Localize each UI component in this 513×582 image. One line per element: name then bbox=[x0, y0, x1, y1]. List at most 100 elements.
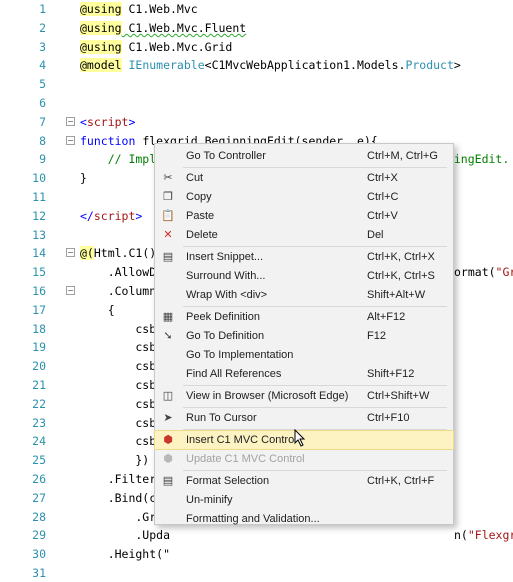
copy-icon: ❐ bbox=[163, 191, 173, 203]
menu-separator bbox=[183, 167, 447, 168]
code-line[interactable]: 29 .Upda bbox=[0, 526, 513, 544]
code-token: "Grou bbox=[495, 265, 513, 280]
code-text: .Height(" bbox=[80, 545, 170, 563]
menu-item-wrap-with-div[interactable]: Wrap With <div> Shift+Alt+W bbox=[155, 286, 453, 304]
menu-item-label: Find All References bbox=[186, 368, 282, 380]
menu-item-shortcut: Ctrl+V bbox=[367, 210, 398, 222]
code-token: Product bbox=[405, 58, 454, 73]
menu-item-format-selection[interactable]: ▤ Format Selection Ctrl+K, Ctrl+F bbox=[155, 472, 453, 490]
code-token: script bbox=[93, 208, 136, 223]
collapse-toggle-icon[interactable]: − bbox=[66, 116, 75, 126]
code-token: .Height(" bbox=[80, 547, 171, 562]
line-number: 14 bbox=[32, 246, 46, 261]
code-token: > bbox=[453, 58, 461, 73]
code-token: < bbox=[80, 114, 87, 129]
line-number: 27 bbox=[32, 490, 46, 505]
line-number: 3 bbox=[39, 39, 46, 54]
code-text: <script> bbox=[80, 113, 135, 131]
code-line[interactable]: 30 .Height(" bbox=[0, 545, 513, 563]
menu-item-label: Format Selection bbox=[186, 475, 270, 487]
menu-item-shortcut: Ctrl+C bbox=[367, 191, 399, 203]
menu-item-label: View in Browser (Microsoft Edge) bbox=[186, 390, 349, 402]
code-token: C1.Web.Mvc.Grid bbox=[121, 39, 233, 54]
paste-icon: 📋 bbox=[161, 210, 175, 222]
insert-snippet-icon: ▤ bbox=[162, 251, 174, 263]
code-line[interactable]: 2 @using C1.Web.Mvc.Fluent bbox=[0, 19, 513, 37]
mouse-cursor-icon bbox=[294, 429, 306, 447]
menu-item-shortcut: Shift+Alt+W bbox=[367, 289, 426, 301]
collapse-toggle-icon[interactable]: − bbox=[66, 248, 75, 258]
code-text: @using C1.Web.Mvc.Fluent bbox=[80, 19, 246, 37]
menu-item-label: Update C1 MVC Control bbox=[186, 453, 305, 465]
code-token: > bbox=[128, 114, 136, 129]
line-number: 29 bbox=[32, 528, 46, 543]
menu-item-insert-snippet[interactable]: ▤ Insert Snippet... Ctrl+K, Ctrl+X bbox=[155, 248, 453, 266]
code-token: { bbox=[80, 302, 115, 317]
line-number: 6 bbox=[39, 96, 46, 110]
line-number: 12 bbox=[32, 208, 46, 223]
menu-separator bbox=[183, 407, 447, 408]
menu-item-label: Paste bbox=[186, 210, 215, 222]
code-token: "Flexgri bbox=[467, 528, 513, 543]
menu-item-un-minify[interactable]: Un-minify bbox=[155, 491, 453, 509]
code-text: .Upda bbox=[80, 526, 170, 544]
line-number: 11 bbox=[32, 190, 46, 204]
menu-item-label: Wrap With <div> bbox=[186, 289, 268, 301]
code-text: } bbox=[80, 169, 87, 187]
code-token: script bbox=[86, 114, 129, 129]
delete-icon: ✕ bbox=[163, 229, 173, 241]
menu-item-label: Un-minify bbox=[186, 494, 233, 506]
line-number: 7 bbox=[39, 114, 46, 129]
line-number: 26 bbox=[32, 472, 46, 486]
menu-item-view-in-browser-microsoft-edge[interactable]: ◫ View in Browser (Microsoft Edge) Ctrl+Sh… bbox=[155, 387, 453, 405]
menu-item-label: Go To Controller bbox=[186, 150, 266, 162]
code-token: @using bbox=[80, 20, 122, 35]
menu-item-paste[interactable]: 📋 Paste Ctrl+V bbox=[155, 207, 453, 225]
menu-item-shortcut: Ctrl+M, Ctrl+G bbox=[367, 150, 438, 162]
code-line[interactable]: 5 bbox=[0, 75, 513, 93]
code-line[interactable]: 6 bbox=[0, 94, 513, 112]
format-selection-icon: ▤ bbox=[162, 475, 174, 487]
code-token: }) bbox=[80, 453, 150, 468]
code-line[interactable]: 1 @using C1.Web.Mvc bbox=[0, 0, 513, 18]
code-token: @using bbox=[80, 2, 122, 16]
menu-item-copy[interactable]: ❐ Copy Ctrl+C bbox=[155, 188, 453, 206]
menu-item-cut[interactable]: ✂ Cut Ctrl+X bbox=[155, 169, 453, 187]
code-line[interactable]: 3 @using C1.Web.Mvc.Grid bbox=[0, 38, 513, 56]
menu-item-formatting-and-validation[interactable]: Formatting and Validation... bbox=[155, 510, 453, 528]
menu-item-label: Insert Snippet... bbox=[186, 251, 264, 263]
menu-separator bbox=[183, 429, 447, 430]
menu-item-delete[interactable]: ✕ Delete Del bbox=[155, 226, 453, 244]
menu-item-go-to-implementation[interactable]: Go To Implementation bbox=[155, 346, 453, 364]
menu-item-surround-with[interactable]: Surround With... Ctrl+K, Ctrl+S bbox=[155, 267, 453, 285]
menu-item-find-all-references[interactable]: Find All References Shift+F12 bbox=[155, 365, 453, 383]
collapse-toggle-icon[interactable]: − bbox=[66, 135, 75, 145]
collapse-toggle-icon[interactable]: − bbox=[66, 286, 75, 295]
menu-separator bbox=[183, 385, 447, 386]
go-to-definition-icon: ➘ bbox=[163, 330, 173, 342]
line-number: 19 bbox=[32, 340, 46, 355]
menu-item-shortcut: Ctrl+K, Ctrl+F bbox=[367, 475, 435, 487]
menu-item-shortcut: Del bbox=[367, 229, 384, 241]
menu-item-label: Run To Cursor bbox=[186, 412, 257, 424]
menu-item-go-to-controller[interactable]: Go To Controller Ctrl+M, Ctrl+G bbox=[155, 147, 453, 165]
menu-item-label: Surround With... bbox=[186, 270, 266, 282]
line-number: 2 bbox=[39, 20, 46, 35]
code-line[interactable]: 7 − <script> bbox=[0, 113, 513, 131]
menu-separator bbox=[183, 306, 447, 307]
code-token: @model bbox=[80, 58, 122, 73]
menu-item-go-to-definition[interactable]: ➘ Go To Definition F12 bbox=[155, 327, 453, 345]
code-line[interactable]: 31 bbox=[0, 564, 513, 582]
line-number: 16 bbox=[32, 284, 46, 298]
menu-item-run-to-cursor[interactable]: ➤ Run To Cursor Ctrl+F10 bbox=[155, 409, 453, 427]
menu-item-label: Copy bbox=[186, 191, 212, 203]
menu-item-label: Cut bbox=[186, 172, 204, 184]
code-line[interactable]: 4 @model IEnumerable<C1MvcWebApplication1… bbox=[0, 56, 513, 74]
c1-hexagon-icon: ⬢ bbox=[163, 434, 173, 446]
line-number: 23 bbox=[32, 415, 46, 430]
menu-item-label: Formatting and Validation... bbox=[186, 513, 320, 525]
menu-item-peek-definition[interactable]: ▦ Peek Definition Alt+F12 bbox=[155, 308, 453, 326]
line-number: 24 bbox=[32, 434, 46, 449]
line-number: 10 bbox=[32, 171, 46, 186]
line-number: 17 bbox=[32, 302, 46, 317]
